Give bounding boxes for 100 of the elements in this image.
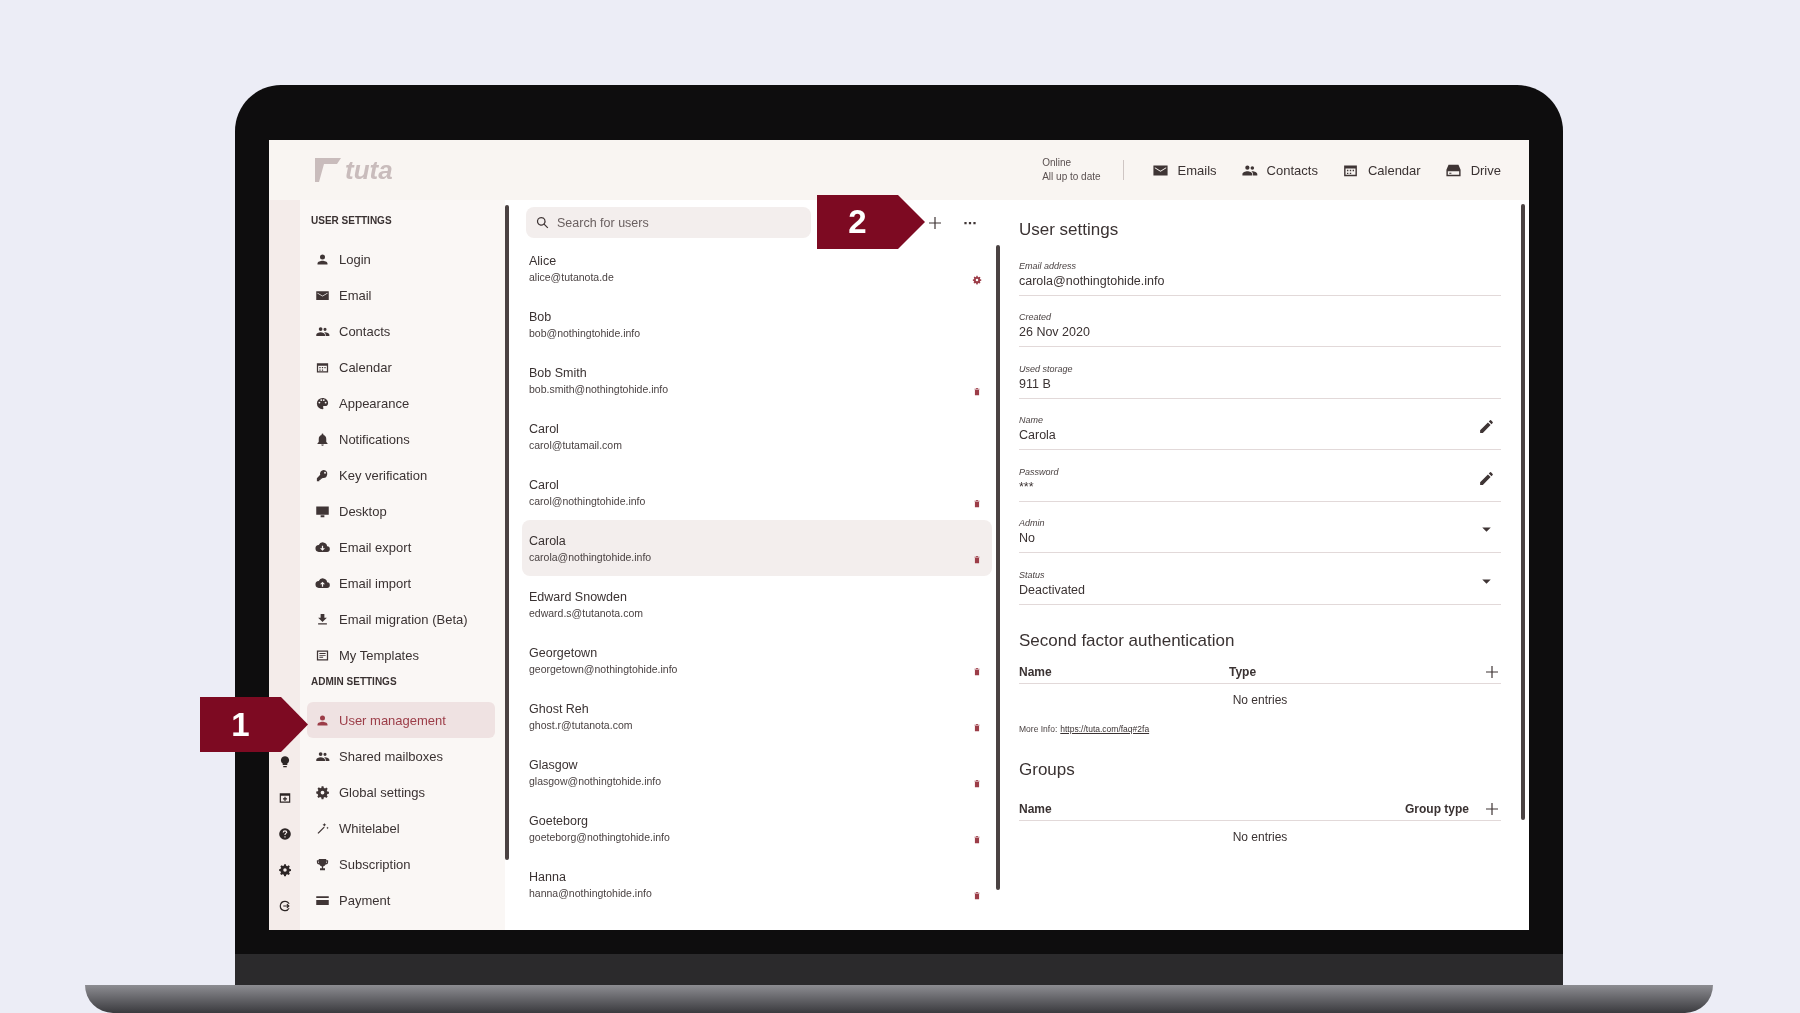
settings-nav-item[interactable]: Notifications <box>307 421 495 457</box>
settings-nav-item[interactable]: Email migration (Beta) <box>307 601 495 637</box>
trash-icon[interactable] <box>972 779 982 789</box>
column-header: Name <box>1019 664 1053 679</box>
scrollbar[interactable] <box>996 245 1000 890</box>
trash-icon[interactable] <box>972 667 982 677</box>
add-box-icon[interactable] <box>277 791 292 805</box>
key-icon <box>315 467 330 483</box>
settings-field[interactable]: Name Carola <box>1019 404 1501 450</box>
settings-icon <box>315 784 330 800</box>
column-header: Group type <box>1405 801 1470 816</box>
user-email: carola@nothingtohide.info <box>529 550 653 563</box>
user-row[interactable]: Goeteborg goeteborg@nothingtohide.info <box>522 800 992 856</box>
settings-nav-item[interactable]: Calendar <box>307 349 495 385</box>
user-row[interactable]: Ghost Reh ghost.r@tutanota.com <box>522 688 992 744</box>
app-nav-item[interactable]: Emails <box>1139 161 1229 179</box>
settings-nav-item[interactable]: Key verification <box>307 457 495 493</box>
trash-icon[interactable] <box>972 723 982 733</box>
section-title: Second factor authentication <box>1019 630 1236 651</box>
user-name: Bob Smith <box>529 365 588 380</box>
trash-icon[interactable] <box>972 387 982 397</box>
settings-nav-item[interactable]: My Templates <box>307 637 495 673</box>
scrollbar[interactable] <box>1521 204 1525 820</box>
settings-nav-item[interactable]: Global settings <box>307 774 495 810</box>
app-nav-item[interactable]: Contacts <box>1228 161 1330 179</box>
settings-nav-item[interactable]: Email export <box>307 529 495 565</box>
settings-field[interactable]: Password *** <box>1019 456 1501 502</box>
user-email: goeteborg@nothingtohide.info <box>529 830 671 843</box>
settings-nav-item[interactable]: Desktop <box>307 493 495 529</box>
settings-icon[interactable] <box>972 275 982 285</box>
settings-nav-item[interactable]: Login <box>307 241 495 277</box>
user-email: bob@nothingtohide.info <box>529 326 642 339</box>
magic-wand-icon <box>315 820 330 836</box>
user-row[interactable]: Georgetown georgetown@nothingtohide.info <box>522 632 992 688</box>
trash-icon[interactable] <box>972 891 982 901</box>
app-nav-item[interactable]: Calendar <box>1329 161 1433 179</box>
user-email: glasgow@nothingtohide.info <box>529 774 663 787</box>
settings-nav-item[interactable]: Whitelabel <box>307 810 495 846</box>
settings-nav-item[interactable]: Appearance <box>307 385 495 421</box>
edit-icon[interactable] <box>1478 418 1495 436</box>
trash-icon[interactable] <box>972 835 982 845</box>
settings-nav-item[interactable]: Email <box>307 277 495 313</box>
user-row[interactable]: Carol carol@nothingtohide.info <box>522 464 992 520</box>
user-name: Carol <box>529 477 560 492</box>
settings-nav-item[interactable]: Shared mailboxes <box>307 738 495 774</box>
trash-icon[interactable] <box>972 555 982 565</box>
field-label: Name <box>1019 415 1044 426</box>
field-label: Email address <box>1019 260 1078 271</box>
help-icon[interactable] <box>277 827 292 841</box>
user-row[interactable]: Hanna hanna@nothingtohide.info <box>522 856 992 912</box>
edit-icon[interactable] <box>1478 469 1495 487</box>
settings-icon[interactable] <box>277 863 292 877</box>
user-row[interactable]: Carola carola@nothingtohide.info <box>522 520 992 576</box>
user-email: carol@tutamail.com <box>529 438 623 451</box>
user-email: bob.smith@nothingtohide.info <box>529 382 670 395</box>
settings-nav-item[interactable]: Contacts <box>307 313 495 349</box>
user-email: ghost.r@tutanota.com <box>529 718 634 731</box>
user-name: Hanna <box>529 869 567 884</box>
settings-field[interactable]: Email address carola@nothingtohide.info <box>1019 250 1501 296</box>
sync-status: All up to date <box>1042 170 1101 184</box>
user-email: georgetown@nothingtohide.info <box>529 662 679 675</box>
logout-icon[interactable] <box>277 899 292 913</box>
field-label: Admin <box>1019 518 1046 529</box>
app-nav-item[interactable]: Drive <box>1432 161 1513 179</box>
user-row[interactable]: Glasgow glasgow@nothingtohide.info <box>522 744 992 800</box>
user-name: Alice <box>529 253 558 268</box>
settings-field[interactable]: Created 26 Nov 2020 <box>1019 301 1501 347</box>
settings-nav-item[interactable]: Payment <box>307 882 495 918</box>
field-label: Used storage <box>1019 363 1074 374</box>
search-icon <box>535 215 550 230</box>
user-row[interactable]: Bob bob@nothingtohide.info <box>522 296 992 352</box>
cloud-upload-icon <box>315 575 330 591</box>
cloud-download-icon <box>315 539 330 555</box>
info-label: More Info: <box>1019 723 1058 734</box>
user-name: Carola <box>529 533 567 548</box>
search-field[interactable]: Search for users <box>526 207 811 238</box>
user-row[interactable]: Carol carol@tutamail.com <box>522 408 992 464</box>
faq-link[interactable]: https://tuta.com/faq#2fa <box>1060 723 1150 734</box>
user-email: edward.s@tutanota.com <box>529 606 644 619</box>
user-row[interactable]: Bob Smith bob.smith@nothingtohide.info <box>522 352 992 408</box>
user-email: alice@tutanota.de <box>529 270 615 283</box>
scrollbar[interactable] <box>505 205 509 860</box>
settings-field[interactable]: Status Deactivated <box>1019 559 1501 605</box>
field-label: Created <box>1019 312 1053 323</box>
user-row[interactable]: Edward Snowden edward.s@tutanota.com <box>522 576 992 632</box>
user-name: Bob <box>529 309 553 324</box>
settings-nav-item[interactable]: Email import <box>307 565 495 601</box>
settings-nav-item[interactable]: User management <box>307 702 495 738</box>
user-name: Edward Snowden <box>529 589 628 604</box>
empty-message: No entries <box>1231 828 1289 846</box>
palette-icon <box>315 395 330 411</box>
user-name: Carol <box>529 421 560 436</box>
user-email: carol@nothingtohide.info <box>529 494 647 507</box>
user-name: Georgetown <box>529 645 599 660</box>
section-title: Groups <box>1019 759 1076 780</box>
settings-field[interactable]: Admin No <box>1019 507 1501 553</box>
settings-nav-item[interactable]: Subscription <box>307 846 495 882</box>
settings-field[interactable]: Used storage 911 B <box>1019 353 1501 399</box>
logo-text: tuta <box>345 154 393 186</box>
trash-icon[interactable] <box>972 499 982 509</box>
